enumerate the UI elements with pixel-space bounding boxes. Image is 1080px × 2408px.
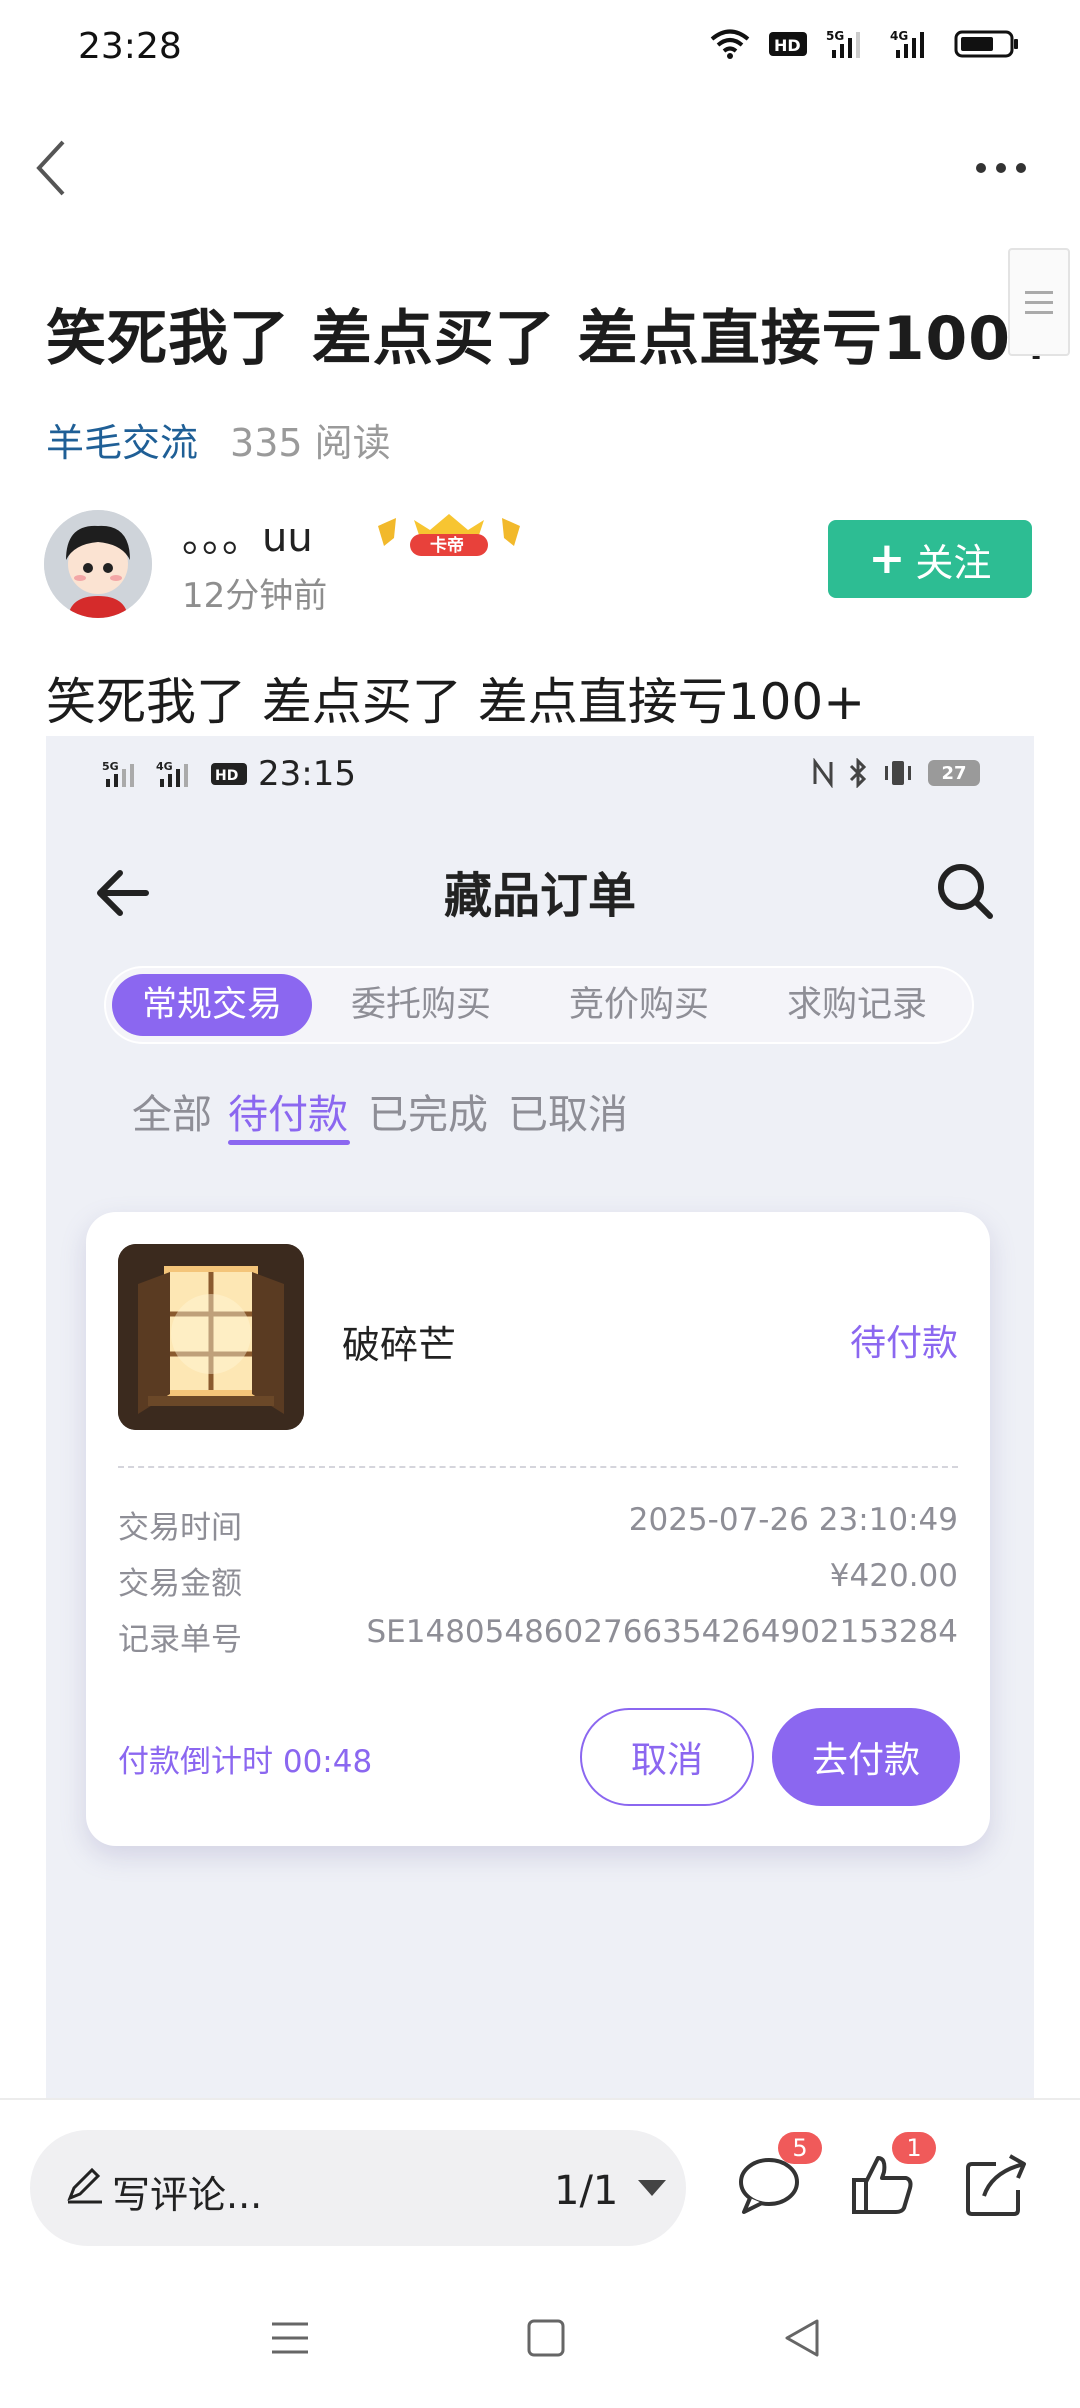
share-button[interactable]	[962, 2150, 1032, 2220]
dashed-divider	[118, 1466, 958, 1468]
wifi-icon	[710, 29, 750, 59]
follow-button[interactable]: + 关注	[828, 520, 1032, 598]
trade-amount-value: ¥420.00	[829, 1558, 958, 1594]
screenshot-page-title: 藏品订单	[443, 868, 636, 924]
like-count-badge: 1	[892, 2132, 936, 2164]
author-name[interactable]: 。。。uu	[182, 505, 313, 563]
screenshot-status-bar: 5G 4G HD 23:15 27	[46, 736, 1034, 816]
caret-down-icon[interactable]	[638, 2180, 666, 2196]
tab-pending-payment: 待付款	[228, 1092, 348, 1138]
comment-count-badge: 5	[778, 2132, 822, 2164]
nfc-icon	[813, 758, 833, 788]
vibrate-icon	[885, 761, 911, 785]
comment-placeholder: 写评论...	[112, 2173, 263, 2217]
tab-cancelled: 已取消	[508, 1092, 628, 1138]
post-time: 12分钟前	[182, 576, 328, 616]
search-icon	[938, 864, 993, 919]
post-title: 笑死我了 差点买了 差点直接亏100+	[46, 304, 1063, 374]
tab-all: 全部	[132, 1092, 212, 1138]
menu-button[interactable]	[258, 2306, 322, 2370]
page-indicator[interactable]: 1/1	[554, 2168, 618, 2214]
battery-icon	[954, 30, 1018, 58]
status-icons: HD 5G 4G	[710, 28, 1020, 60]
svg-text:4G: 4G	[890, 29, 908, 43]
trade-time-label: 交易时间	[118, 1510, 242, 1546]
screenshot-battery: 27	[928, 760, 980, 786]
hd-icon: HD	[211, 763, 247, 785]
share-icon	[966, 2154, 1026, 2216]
record-number-value: SE14805486027663542649021532​84	[366, 1614, 958, 1650]
tab-completed: 已完成	[368, 1092, 488, 1138]
trade-type-segments: 常规交易 委托购买 竞价购买 求购记录	[104, 966, 974, 1044]
status-bar: 23:28 HD 5G 4G	[0, 0, 1080, 96]
svg-text:4G: 4G	[156, 760, 173, 773]
more-dot	[976, 163, 986, 173]
post-meta: 羊毛交流 335 阅读	[46, 412, 391, 467]
post-body: 笑死我了 差点买了 差点直接亏100+	[46, 673, 866, 731]
comment-input[interactable]: 写评论... 1/1	[30, 2130, 686, 2246]
screenshot-time: 23:15	[258, 754, 356, 794]
hd-icon: HD	[769, 32, 807, 56]
signal-4g-icon: 4G	[156, 760, 188, 787]
comment-button[interactable]: 5	[734, 2132, 822, 2220]
order-card: 破碎芒 待付款 交易时间 2025-07-26 23:10:49 交易金额 ¥4…	[86, 1212, 990, 1846]
signal-4g-icon: 4G	[890, 29, 924, 58]
segment-entrusted-purchase: 委托购买	[350, 985, 491, 1025]
more-dot	[1016, 163, 1026, 173]
system-back-button[interactable]	[770, 2306, 834, 2370]
like-button[interactable]: 1	[848, 2132, 936, 2220]
topic-link[interactable]: 羊毛交流	[46, 412, 198, 467]
item-name: 破碎芒	[342, 1323, 457, 1367]
crown-badge-icon: 卡帝	[374, 510, 524, 560]
segment-bid-purchase: 竞价购买	[568, 985, 709, 1025]
trade-time-value: 2025-07-26 23:10:49	[628, 1502, 958, 1538]
pencil-icon	[67, 2167, 102, 2204]
active-tab-underline	[228, 1140, 350, 1145]
signal-5g-icon: 5G	[826, 29, 860, 58]
go-pay-button: 去付款	[772, 1708, 960, 1806]
plus-icon: +	[868, 533, 906, 584]
bluetooth-icon	[849, 758, 867, 788]
order-status-tabs: 全部 待付款 已完成 已取消	[46, 1082, 1034, 1162]
square-icon	[527, 2319, 565, 2357]
svg-text:卡帝: 卡帝	[430, 535, 464, 556]
embedded-screenshot[interactable]: 5G 4G HD 23:15 27 藏品订单 常规交易 委托购买 竞价购买 求购…	[46, 736, 1034, 2098]
screenshot-status-left: 5G 4G HD 23:15	[102, 754, 356, 794]
system-navigation-bar	[0, 2268, 1080, 2408]
back-button[interactable]	[22, 128, 78, 208]
segment-wanted-records: 求购记录	[786, 985, 927, 1025]
trade-amount-label: 交易金额	[118, 1566, 242, 1602]
svg-text:HD: HD	[215, 768, 238, 784]
follow-label: 关注	[915, 540, 992, 585]
signal-5g-icon: 5G	[102, 760, 134, 787]
more-options-button[interactable]	[966, 140, 1036, 196]
status-time: 23:28	[78, 26, 182, 67]
scroll-handle[interactable]	[1008, 248, 1070, 356]
avatar[interactable]	[44, 510, 152, 618]
segment-regular-trade: 常规交易	[112, 974, 312, 1036]
triangle-back-icon	[785, 2319, 819, 2357]
svg-text:5G: 5G	[102, 760, 119, 773]
bottom-action-bar: 写评论... 1/1 5 1	[0, 2098, 1080, 2268]
payment-countdown: 付款倒计时 00:48	[118, 1744, 373, 1780]
screenshot-status-right: 27	[812, 758, 980, 788]
cancel-order-button: 取消	[580, 1708, 754, 1806]
svg-text:5G: 5G	[826, 29, 844, 43]
order-status: 待付款	[849, 1323, 958, 1364]
more-dot	[996, 163, 1006, 173]
record-number-label: 记录单号	[118, 1622, 242, 1658]
home-button[interactable]	[514, 2306, 578, 2370]
svg-text:HD: HD	[774, 36, 801, 55]
item-thumbnail	[118, 1244, 304, 1430]
menu-icon	[272, 2322, 308, 2354]
chevron-left-icon	[36, 140, 65, 196]
read-count: 335 阅读	[230, 421, 391, 465]
